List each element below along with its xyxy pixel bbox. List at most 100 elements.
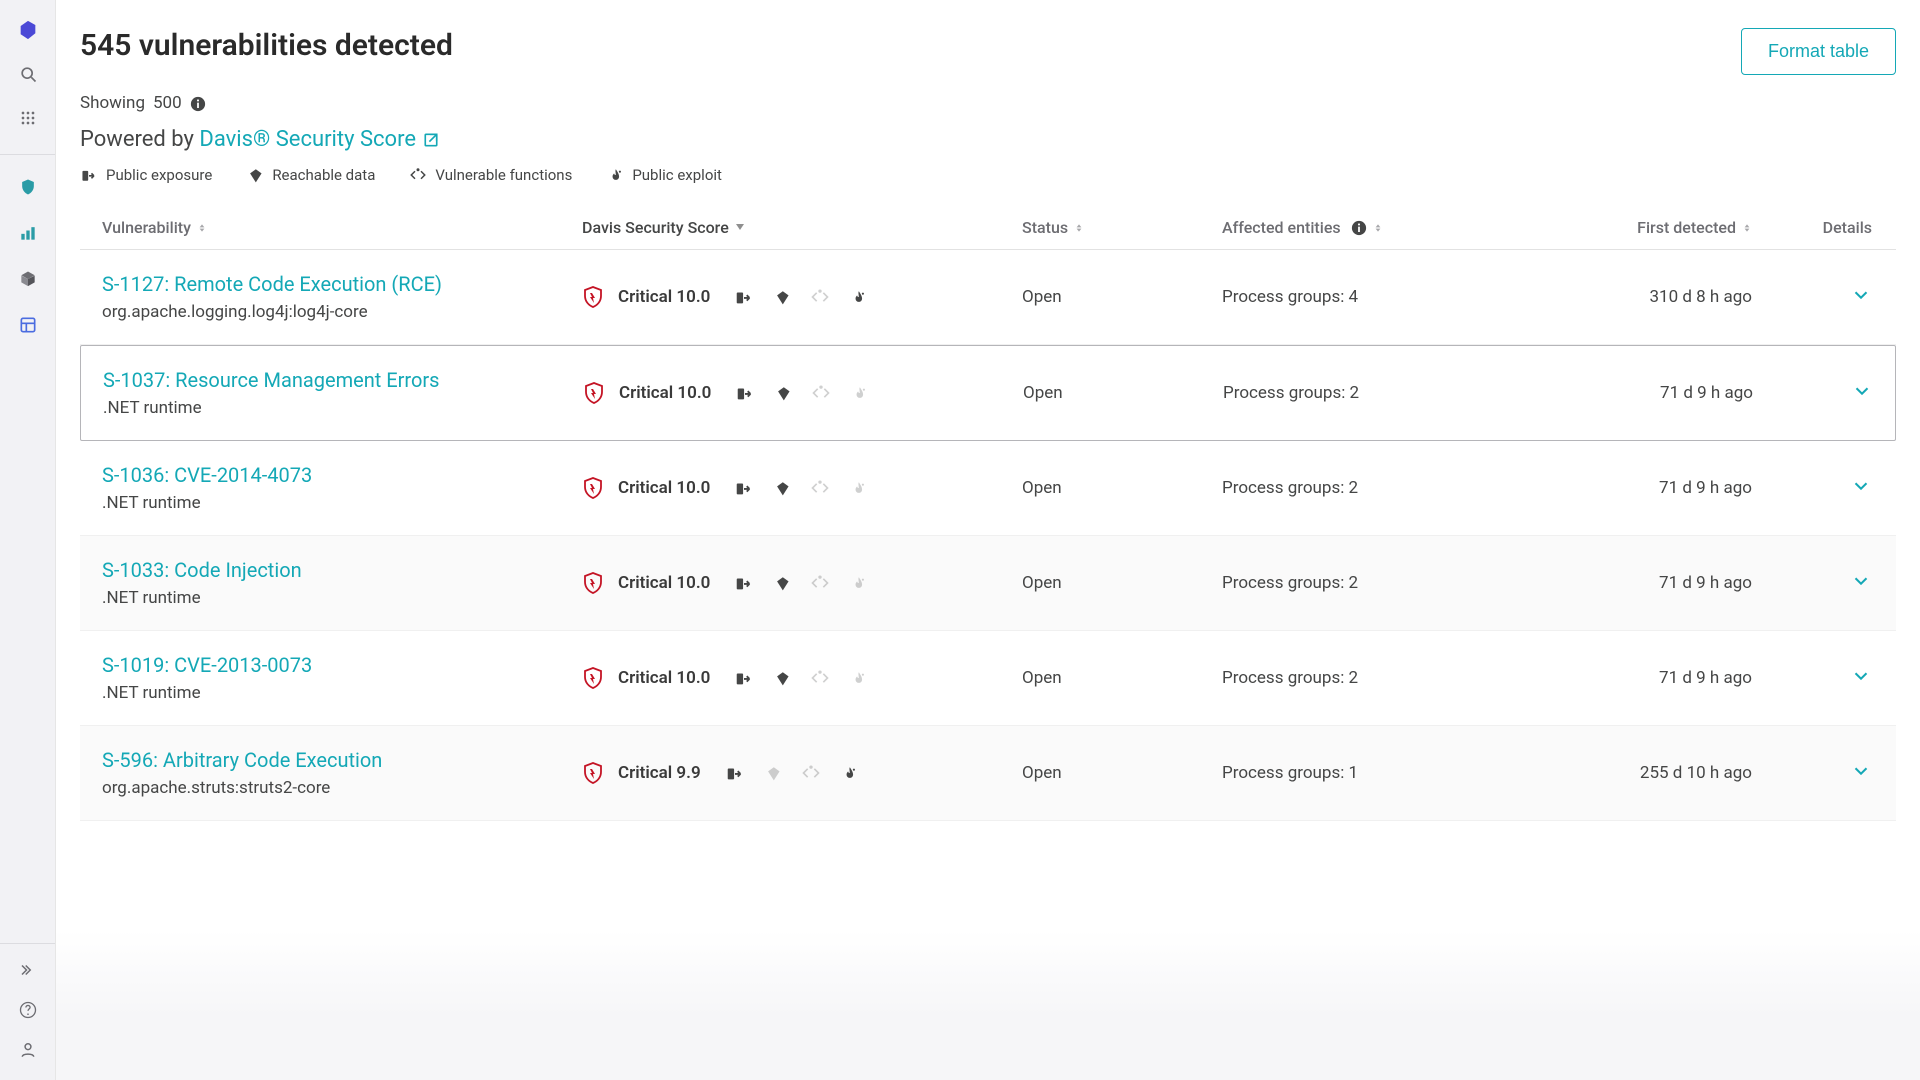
legend-reachable-data-label: Reachable data (272, 166, 375, 184)
vulnerability-cell: S-1037: Resource Management Errors .NET … (103, 368, 583, 418)
sort-desc-icon (735, 222, 745, 234)
details-cell (1752, 284, 1872, 311)
expand-row-button[interactable] (1850, 570, 1872, 592)
severity-shield-icon (582, 666, 604, 690)
col-affected[interactable]: Affected entities (1222, 218, 1512, 237)
table-row[interactable]: S-1019: CVE-2013-0073 .NET runtime Criti… (80, 631, 1896, 726)
vulnerability-cell: S-1036: CVE-2014-4073 .NET runtime (102, 463, 582, 513)
gem-icon (772, 668, 792, 688)
vulnerability-component: .NET runtime (102, 683, 582, 703)
info-icon[interactable] (1351, 220, 1367, 236)
affected-cell: Process groups: 2 (1222, 668, 1512, 688)
sort-icon (197, 222, 207, 234)
gem-icon (246, 166, 264, 184)
expand-row-button[interactable] (1851, 380, 1873, 402)
expand-row-button[interactable] (1850, 284, 1872, 306)
nav-analytics-icon[interactable] (16, 221, 40, 245)
col-first-label: First detected (1637, 218, 1736, 237)
page-title: 545 vulnerabilities detected (80, 28, 453, 63)
code-icon (801, 763, 821, 783)
table-row[interactable]: S-1036: CVE-2014-4073 .NET runtime Criti… (80, 441, 1896, 536)
info-icon[interactable] (190, 95, 206, 111)
sort-icon (1074, 222, 1084, 234)
format-table-button[interactable]: Format table (1741, 28, 1896, 75)
affected-cell: Process groups: 2 (1223, 383, 1513, 403)
search-icon[interactable] (16, 62, 40, 86)
vulnerability-cell: S-1019: CVE-2013-0073 .NET runtime (102, 653, 582, 703)
severity-shield-icon (583, 381, 605, 405)
col-score-label: Davis Security Score (582, 218, 729, 237)
expand-row-button[interactable] (1850, 665, 1872, 687)
legend-reachable-data: Reachable data (246, 166, 375, 184)
table-row[interactable]: S-1033: Code Injection .NET runtime Crit… (80, 536, 1896, 631)
vulnerability-component: org.apache.logging.log4j:log4j-core (102, 302, 582, 322)
affected-cell: Process groups: 2 (1222, 478, 1512, 498)
vulnerability-link[interactable]: S-1019: CVE-2013-0073 (102, 653, 582, 677)
first-detected-cell: 71 d 9 h ago (1512, 573, 1752, 593)
logo-icon[interactable] (16, 18, 40, 42)
showing-count: Showing 500 (80, 93, 1896, 113)
expand-sidebar-icon[interactable] (16, 958, 40, 982)
sort-icon (1742, 222, 1752, 234)
vulnerability-link[interactable]: S-1037: Resource Management Errors (103, 368, 583, 392)
exposure-icon (725, 763, 745, 783)
vulnerability-link[interactable]: S-1036: CVE-2014-4073 (102, 463, 582, 487)
vulnerability-link[interactable]: S-1033: Code Injection (102, 558, 582, 582)
score-text: Critical 10.0 (618, 478, 710, 498)
user-icon[interactable] (16, 1038, 40, 1062)
vulnerability-component: .NET runtime (102, 493, 582, 513)
details-cell (1752, 665, 1872, 692)
col-status-label: Status (1022, 218, 1068, 237)
first-detected-cell: 255 d 10 h ago (1512, 763, 1752, 783)
first-detected-cell: 71 d 9 h ago (1512, 478, 1752, 498)
first-detected-cell: 310 d 8 h ago (1512, 287, 1752, 307)
apps-grid-icon[interactable] (16, 106, 40, 130)
vulnerability-link[interactable]: S-596: Arbitrary Code Execution (102, 748, 582, 772)
legend-vulnerable-functions: Vulnerable functions (409, 166, 572, 184)
col-score[interactable]: Davis Security Score (582, 218, 1022, 237)
gem-icon (772, 478, 792, 498)
col-vulnerability[interactable]: Vulnerability (102, 218, 582, 237)
exposure-icon (734, 573, 754, 593)
score-text: Critical 10.0 (618, 573, 710, 593)
sort-icon (1373, 222, 1383, 234)
col-status[interactable]: Status (1022, 218, 1222, 237)
exploit-icon (848, 478, 868, 498)
details-cell (1753, 380, 1873, 407)
gem-icon (773, 383, 793, 403)
status-cell: Open (1022, 668, 1222, 688)
exploit-icon (839, 763, 859, 783)
legend-public-exploit-label: Public exploit (632, 166, 722, 184)
davis-score-label: Davis® Security Score (199, 127, 416, 152)
powered-by: Powered by Davis® Security Score (80, 127, 1896, 152)
table-header: Vulnerability Davis Security Score Statu… (80, 206, 1896, 250)
exploit-icon (848, 287, 868, 307)
table-row[interactable]: S-1127: Remote Code Execution (RCE) org.… (80, 250, 1896, 345)
col-first-detected[interactable]: First detected (1512, 218, 1752, 237)
exploit-icon (606, 166, 624, 184)
col-details: Details (1752, 218, 1872, 237)
score-cell: Critical 10.0 (582, 285, 1022, 309)
help-icon[interactable] (16, 998, 40, 1022)
code-icon (811, 383, 831, 403)
vulnerability-link[interactable]: S-1127: Remote Code Execution (RCE) (102, 272, 582, 296)
nav-infrastructure-icon[interactable] (16, 267, 40, 291)
affected-cell: Process groups: 4 (1222, 287, 1512, 307)
status-cell: Open (1022, 573, 1222, 593)
code-icon (810, 287, 830, 307)
severity-shield-icon (582, 476, 604, 500)
table-row[interactable]: S-1037: Resource Management Errors .NET … (80, 345, 1896, 441)
table-row[interactable]: S-596: Arbitrary Code Execution org.apac… (80, 726, 1896, 821)
nav-security-icon[interactable] (16, 175, 40, 199)
score-text: Critical 10.0 (618, 287, 710, 307)
expand-row-button[interactable] (1850, 760, 1872, 782)
severity-shield-icon (582, 761, 604, 785)
col-vulnerability-label: Vulnerability (102, 218, 191, 237)
exploit-icon (848, 573, 868, 593)
davis-score-link[interactable]: Davis® Security Score (199, 127, 440, 152)
score-cell: Critical 10.0 (583, 381, 1023, 405)
nav-dashboards-icon[interactable] (16, 313, 40, 337)
status-cell: Open (1022, 287, 1222, 307)
affected-cell: Process groups: 2 (1222, 573, 1512, 593)
expand-row-button[interactable] (1850, 475, 1872, 497)
